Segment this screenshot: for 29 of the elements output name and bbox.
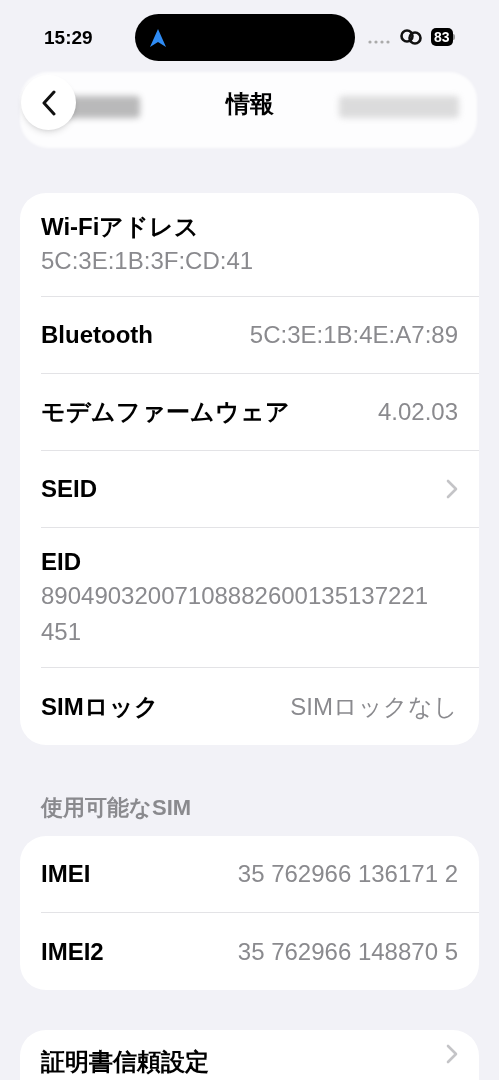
- chevron-icon: [446, 1044, 458, 1064]
- row-label: モデムファームウェア: [41, 397, 290, 427]
- row-value: 5C:3E:1B:3F:CD:41: [41, 246, 255, 276]
- row-value: SIMロックなし: [290, 691, 458, 722]
- section-header: 使用可能なSIM: [39, 795, 193, 821]
- time: 15:29: [44, 26, 93, 50]
- settings-row[interactable]: 証明書信頼設定: [41, 1030, 479, 1080]
- row-value: 4.02.03: [377, 397, 458, 427]
- row-value: 5C:3E:1B:4E:A7:89: [249, 320, 458, 350]
- row-label: IMEI: [41, 859, 91, 889]
- battery-tip: [452, 34, 455, 40]
- row-label: Wi-Fiアドレス: [41, 212, 201, 242]
- row-value: 35 762966 148870 5: [237, 936, 458, 967]
- row-label: 証明書信頼設定: [41, 1047, 209, 1077]
- row-label: EID: [41, 547, 82, 577]
- location-arrow-icon: [149, 27, 167, 48]
- row-label: SEID: [41, 474, 97, 504]
- link-icon: [399, 28, 423, 46]
- page-title: 情報: [225, 89, 274, 119]
- battery-indicator: 83: [431, 28, 453, 46]
- row-value: 89049032007108882600135137221451: [41, 581, 430, 647]
- row-label: IMEI2: [41, 936, 104, 967]
- row-value: 35 762966 136171 2: [237, 859, 458, 889]
- back-chevron-icon: [40, 89, 57, 116]
- settings-row[interactable]: SEID: [41, 451, 479, 528]
- row-label: Bluetooth: [41, 320, 153, 350]
- signal-dots-icon: [368, 40, 392, 44]
- row-label: SIMロック: [41, 691, 159, 722]
- chevron-icon: [446, 479, 458, 499]
